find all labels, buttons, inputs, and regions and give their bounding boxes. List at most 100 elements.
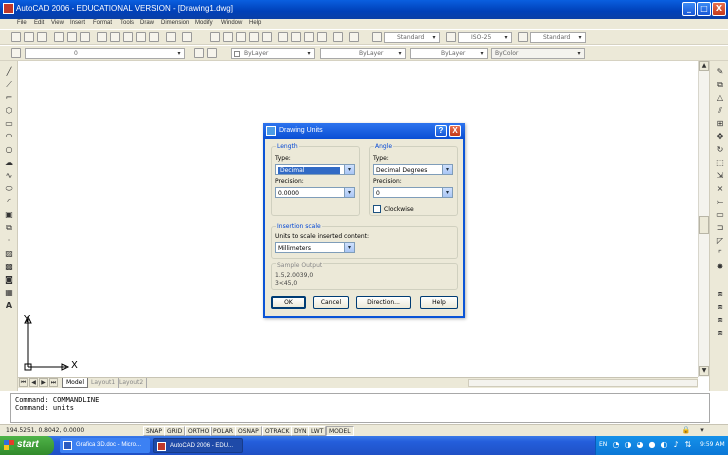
tray-icon[interactable]: ◔: [610, 440, 622, 450]
table-icon[interactable]: ▦: [3, 288, 15, 298]
cut-icon[interactable]: [97, 32, 107, 42]
undo-icon[interactable]: [166, 32, 176, 42]
dim-style-select[interactable]: ISO-25 ▾: [458, 32, 512, 43]
draw-order-icon[interactable]: ⧈: [714, 289, 726, 299]
clock[interactable]: 9:59 AM: [700, 441, 725, 448]
zoom-realtime-icon[interactable]: [223, 32, 233, 42]
menu-draw[interactable]: Draw: [140, 20, 154, 26]
copy-icon[interactable]: [110, 32, 120, 42]
comm-center-icon[interactable]: ▾: [696, 425, 708, 435]
coordinates-display[interactable]: 194.5251, 0.8042, 0.0000: [4, 426, 124, 436]
insertion-units-select[interactable]: Millimeters ▾: [275, 242, 355, 253]
tray-icon[interactable]: ◐: [658, 440, 670, 450]
mirror-icon[interactable]: △: [714, 93, 726, 103]
menu-tools[interactable]: Tools: [120, 20, 134, 26]
arc-icon[interactable]: ◠: [3, 132, 15, 142]
command-window[interactable]: Command: COMMANDLINE Command: units: [10, 393, 710, 423]
move-icon[interactable]: ✥: [714, 132, 726, 142]
circle-icon[interactable]: ○: [3, 145, 15, 155]
fillet-icon[interactable]: ⌜: [714, 249, 726, 259]
array-icon[interactable]: ⊞: [714, 119, 726, 129]
point-icon[interactable]: ·: [3, 236, 15, 246]
tray-icon[interactable]: ◑: [622, 440, 634, 450]
menu-dimension[interactable]: Dimension: [161, 20, 189, 26]
tab-layout1[interactable]: Layout1: [88, 378, 120, 388]
match-properties-icon[interactable]: [136, 32, 146, 42]
network-icon[interactable]: ⇅: [682, 440, 694, 450]
minimize-button[interactable]: _: [682, 2, 696, 16]
redo-icon[interactable]: [182, 32, 192, 42]
next-tab-icon[interactable]: ▶: [39, 378, 48, 387]
autocad-app-icon[interactable]: [3, 3, 14, 14]
prev-tab-icon[interactable]: ◀: [29, 378, 38, 387]
text-style-select[interactable]: Standard ▾: [384, 32, 440, 43]
table-style-icon[interactable]: [518, 32, 528, 42]
chamfer-icon[interactable]: ◸: [714, 236, 726, 246]
angle-precision-select[interactable]: 0 ▾: [373, 187, 453, 198]
copy-object-icon[interactable]: ⧉: [714, 80, 726, 90]
table-style-select[interactable]: Standard ▾: [530, 32, 586, 43]
color-select[interactable]: ByLayer ▾: [231, 48, 315, 59]
offset-icon[interactable]: ⫽: [714, 106, 726, 116]
length-precision-select[interactable]: 0.0000 ▾: [275, 187, 355, 198]
ellipse-arc-icon[interactable]: ◜: [3, 197, 15, 207]
polyline-icon[interactable]: ⌐: [3, 93, 15, 103]
lock-icon[interactable]: 🔒: [680, 425, 692, 435]
design-center-icon[interactable]: [278, 32, 288, 42]
polygon-icon[interactable]: ⬡: [3, 106, 15, 116]
new-icon[interactable]: [11, 32, 21, 42]
first-tab-icon[interactable]: ⏮: [19, 378, 28, 387]
dialog-close-button[interactable]: X: [449, 125, 461, 137]
insert-block-icon[interactable]: ▣: [3, 210, 15, 220]
cancel-button[interactable]: Cancel: [313, 296, 349, 309]
plot-preview-icon[interactable]: [67, 32, 77, 42]
make-object-layer-current-icon[interactable]: [194, 48, 204, 58]
horizontal-scrollbar[interactable]: [468, 379, 698, 387]
length-type-select[interactable]: Decimal ▾: [275, 164, 355, 175]
rectangle-icon[interactable]: ▭: [3, 119, 15, 129]
menu-file[interactable]: File: [17, 20, 27, 26]
text-style-icon[interactable]: [372, 32, 382, 42]
hatch-icon[interactable]: ▨: [3, 249, 15, 259]
gradient-icon[interactable]: ▩: [3, 262, 15, 272]
start-button[interactable]: start: [0, 436, 54, 455]
linetype-select[interactable]: ByLayer ▾: [320, 48, 406, 59]
layer-manager-icon[interactable]: [11, 48, 21, 58]
menu-help[interactable]: Help: [249, 20, 261, 26]
tray-icon[interactable]: ◕: [634, 440, 646, 450]
dialog-help-button[interactable]: ?: [435, 125, 447, 137]
tab-model[interactable]: Model: [62, 378, 89, 388]
join-icon[interactable]: ⊐: [714, 223, 726, 233]
spline-icon[interactable]: ∿: [3, 171, 15, 181]
lwt-toggle[interactable]: LWT: [308, 426, 327, 436]
ok-button[interactable]: OK: [271, 296, 306, 309]
rotate-icon[interactable]: ↻: [714, 145, 726, 155]
revision-cloud-icon[interactable]: ☁: [3, 158, 15, 168]
line-icon[interactable]: ╱: [3, 67, 15, 77]
scroll-down-icon[interactable]: ▼: [699, 366, 709, 376]
sheet-set-icon[interactable]: [304, 32, 314, 42]
task-autocad[interactable]: AutoCAD 2006 - EDU...: [153, 438, 243, 453]
calculator-icon[interactable]: [333, 32, 343, 42]
scale-icon[interactable]: ⬚: [714, 158, 726, 168]
task-word-document[interactable]: Grafica 3D.doc - Micro...: [60, 438, 150, 453]
bring-to-front-icon[interactable]: ⧈: [714, 302, 726, 312]
scroll-up-icon[interactable]: ▲: [699, 61, 709, 71]
menu-window[interactable]: Window: [221, 20, 242, 26]
multiline-text-icon[interactable]: A: [3, 301, 15, 311]
layer-select[interactable]: 0 ▾: [25, 48, 185, 59]
plotstyle-select[interactable]: ByColor ▾: [491, 48, 585, 59]
send-to-back-icon[interactable]: ⧈: [714, 315, 726, 325]
stretch-icon[interactable]: ⇲: [714, 171, 726, 181]
paste-icon[interactable]: [123, 32, 133, 42]
block-editor-icon[interactable]: [149, 32, 159, 42]
tray-icon[interactable]: ●: [646, 440, 658, 450]
help-button[interactable]: Help: [420, 296, 458, 309]
zoom-window-icon[interactable]: [236, 32, 246, 42]
tool-palettes-icon[interactable]: [291, 32, 301, 42]
construction-line-icon[interactable]: ⟋: [3, 80, 15, 90]
model-toggle[interactable]: MODEL: [326, 426, 354, 436]
maximize-button[interactable]: □: [697, 2, 711, 16]
menu-view[interactable]: View: [51, 20, 64, 26]
explode-icon[interactable]: ✸: [714, 262, 726, 272]
